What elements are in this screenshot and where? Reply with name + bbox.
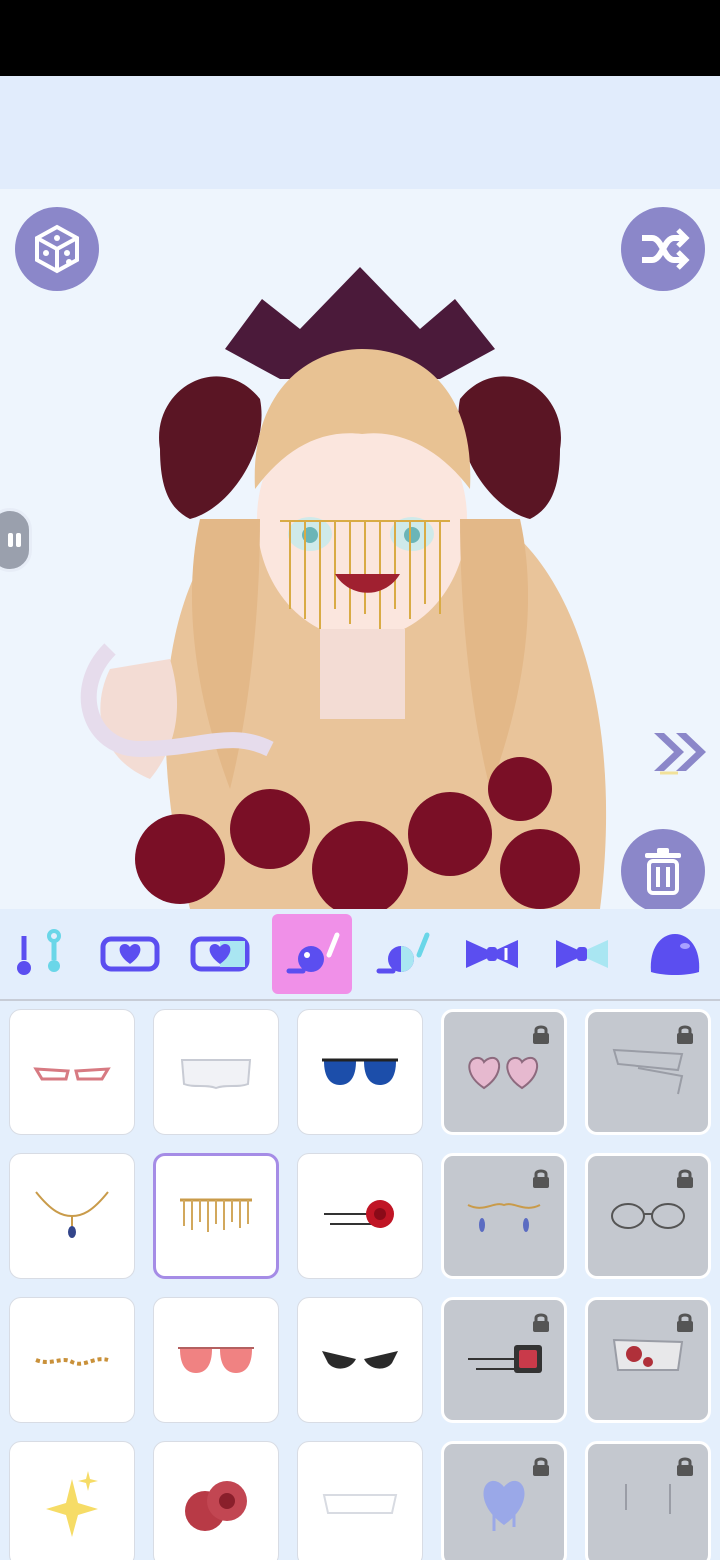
item-grid — [0, 1001, 720, 1560]
item-teardrop-chain[interactable] — [441, 1153, 567, 1279]
fringe-veil-icon — [180, 1198, 252, 1232]
lock-icon — [533, 1169, 549, 1188]
delete-button[interactable] — [621, 829, 705, 909]
tear-drops-icon — [625, 1484, 671, 1514]
item-bloody-mask[interactable] — [585, 1297, 711, 1423]
tab-necklace[interactable] — [0, 914, 80, 994]
teardrop-chain-icon — [467, 1203, 541, 1232]
item-white-band[interactable] — [297, 1441, 423, 1560]
heart-belt-icon — [100, 936, 160, 972]
pendant-necklace-icon — [17, 929, 61, 975]
roses-icon — [185, 1481, 247, 1531]
character-canvas — [0, 189, 720, 909]
tab-belt-alt[interactable] — [180, 914, 260, 994]
lock-icon — [533, 1457, 549, 1476]
bloody-mask-icon — [612, 1338, 684, 1371]
trash-icon — [645, 848, 681, 895]
bandage-mask-icon — [612, 1048, 684, 1095]
character-illustration — [80, 267, 607, 909]
tab-bow[interactable] — [452, 914, 532, 994]
face-accessory-icon — [286, 932, 340, 974]
lock-icon — [677, 1169, 693, 1188]
bow-alt-icon — [556, 940, 608, 968]
pause-icon — [8, 533, 21, 547]
star-chain-icon — [35, 1357, 109, 1366]
white-band-icon — [322, 1494, 398, 1514]
item-aviator-sunglasses[interactable] — [297, 1009, 423, 1135]
category-tab-bar — [0, 909, 720, 1001]
item-tear-drops[interactable] — [585, 1441, 711, 1560]
next-button[interactable] — [650, 729, 712, 779]
item-gem-hairpin[interactable] — [441, 1297, 567, 1423]
round-glasses-icon — [611, 1203, 685, 1229]
ruffle-collar-icon — [180, 1059, 252, 1090]
dice-icon — [35, 224, 79, 274]
face-accessory-alt-icon — [376, 932, 430, 974]
tab-bow-alt[interactable] — [542, 914, 622, 994]
double-chevron-right-icon — [654, 733, 706, 775]
gem-hairpin-icon — [468, 1345, 542, 1373]
item-fringe-veil[interactable] — [153, 1153, 279, 1279]
tab-blob[interactable] — [635, 914, 715, 994]
heart-sunglasses-icon — [468, 1056, 539, 1090]
item-heart-sunglasses[interactable] — [441, 1009, 567, 1135]
shuffle-button[interactable] — [621, 207, 705, 291]
item-black-cat-eye-sunglasses[interactable] — [297, 1297, 423, 1423]
tab-face-accessory-alt[interactable] — [362, 914, 442, 994]
tab-face-accessory[interactable] — [272, 914, 352, 994]
lock-icon — [533, 1025, 549, 1044]
header-band — [0, 76, 720, 189]
side-panel-toggle[interactable] — [0, 508, 32, 572]
tab-belt[interactable] — [90, 914, 170, 994]
heart-belt-alt-icon — [190, 936, 250, 972]
sparkles-icon — [46, 1471, 98, 1537]
lock-icon — [677, 1025, 693, 1044]
item-cat-eye-glasses[interactable] — [9, 1009, 135, 1135]
item-ruffle-collar[interactable] — [153, 1009, 279, 1135]
item-round-glasses[interactable] — [585, 1153, 711, 1279]
lock-icon — [533, 1313, 549, 1332]
item-gold-face-chain[interactable] — [9, 1153, 135, 1279]
item-sparkles[interactable] — [9, 1441, 135, 1560]
item-bandage-mask[interactable] — [585, 1009, 711, 1135]
random-button[interactable] — [15, 207, 99, 291]
aviator-sunglasses-icon — [322, 1058, 398, 1085]
black-cat-eye-sunglasses-icon — [322, 1351, 398, 1369]
item-pink-aviators[interactable] — [153, 1297, 279, 1423]
item-roses[interactable] — [153, 1441, 279, 1560]
lock-icon — [677, 1313, 693, 1332]
status-bar — [0, 0, 720, 76]
item-dripping-heart[interactable] — [441, 1441, 567, 1560]
cat-eye-glasses-icon — [33, 1067, 111, 1081]
pink-aviators-icon — [178, 1347, 254, 1373]
item-rose-hairpin[interactable] — [297, 1153, 423, 1279]
lock-icon — [677, 1457, 693, 1476]
blob-icon — [650, 934, 700, 975]
gold-face-chain-icon — [35, 1191, 109, 1238]
shuffle-icon — [642, 228, 690, 270]
item-star-chain[interactable] — [9, 1297, 135, 1423]
dripping-heart-icon — [483, 1480, 525, 1531]
bow-icon — [466, 940, 518, 968]
rose-hairpin-icon — [324, 1200, 394, 1228]
